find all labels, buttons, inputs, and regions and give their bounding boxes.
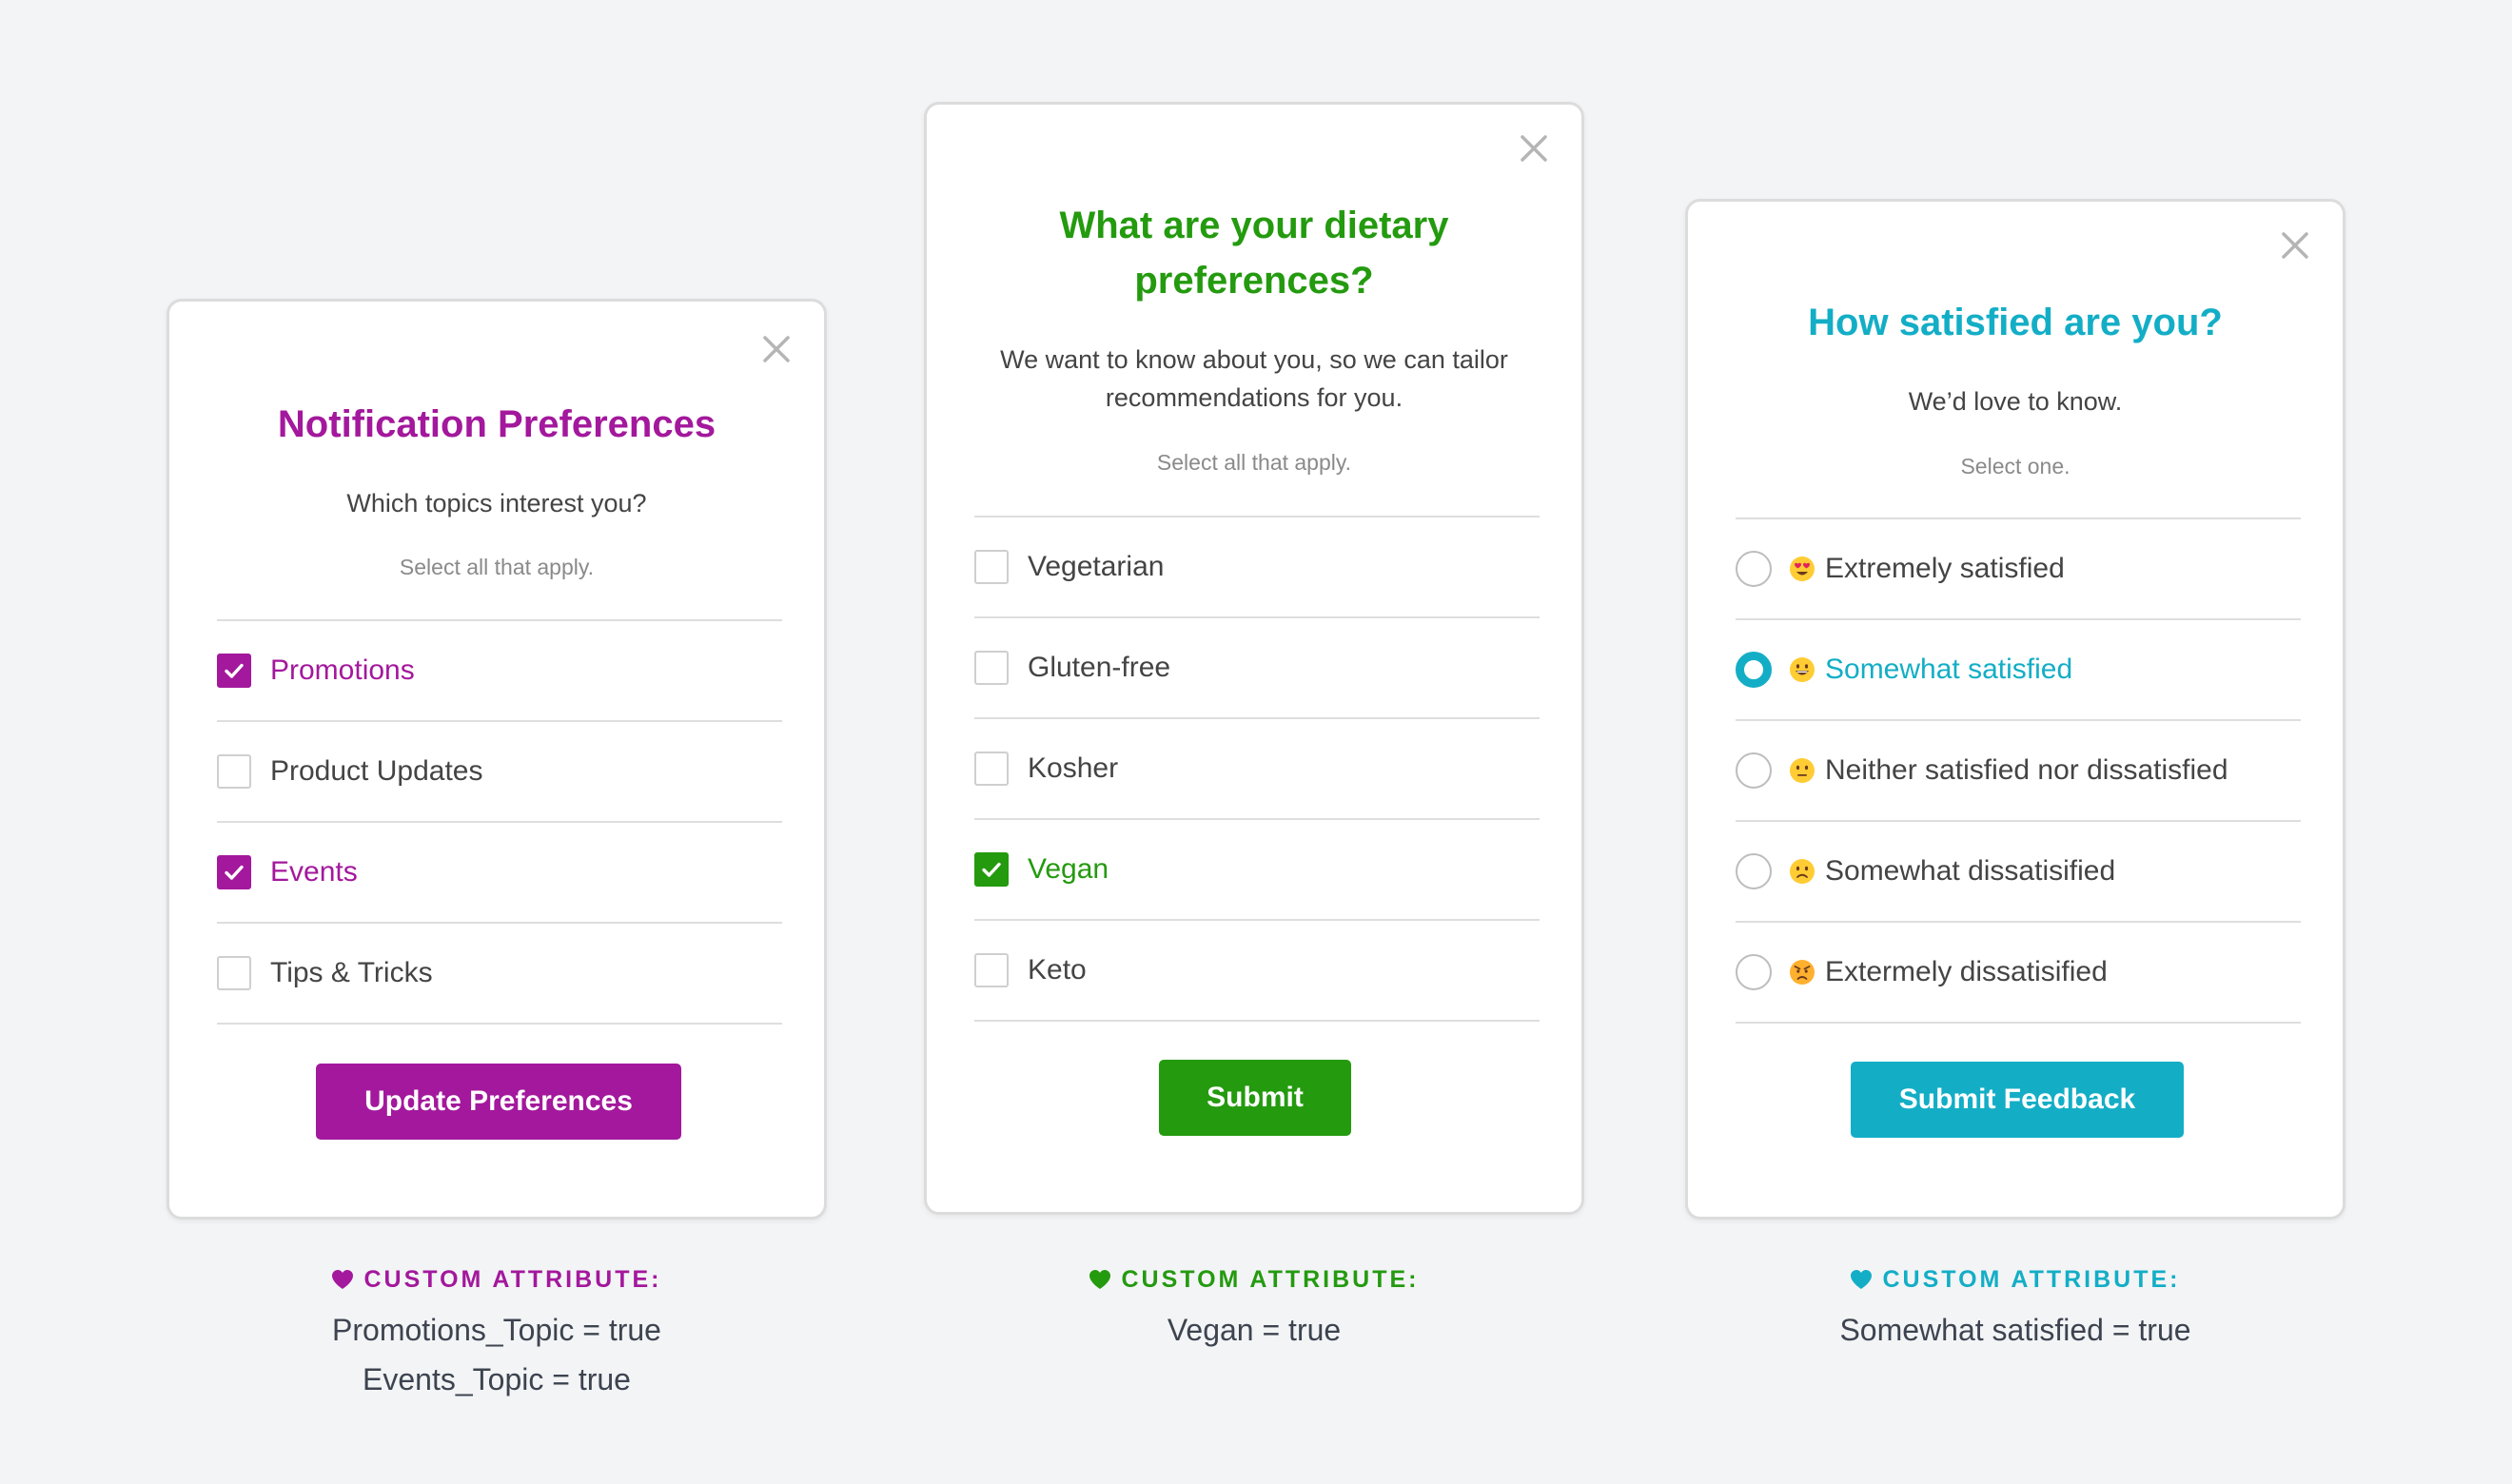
custom-attribute-heading: CUSTOM ATTRIBUTE:: [363, 1265, 662, 1293]
radio-unselected[interactable]: [1736, 551, 1772, 587]
heart-icon: [332, 1270, 354, 1289]
option-label: Product Updates: [270, 755, 483, 787]
option-label: Extremely satisfied: [1825, 553, 2065, 584]
close-icon[interactable]: [1515, 129, 1553, 167]
option-label: Promotions: [270, 654, 415, 686]
checkbox-unchecked[interactable]: [217, 956, 251, 990]
heart-eyes-emoji-icon: [1790, 556, 1815, 581]
checkbox-unchecked[interactable]: [974, 953, 1009, 987]
radio-option-extremely-satisfied[interactable]: Extremely satisfied: [1736, 519, 2301, 620]
checkbox-option-tips-tricks[interactable]: Tips & Tricks: [217, 924, 782, 1025]
checkbox-option-kosher[interactable]: Kosher: [974, 719, 1540, 820]
dietary-checkbox-list: Vegetarian Gluten-free Kosher Vegan Keto: [974, 516, 1540, 1022]
card-subtitle-line-1: We want to know about you, so we can tai…: [1000, 345, 1508, 374]
checkbox-option-promotions[interactable]: Promotions: [217, 621, 782, 722]
radio-unselected[interactable]: [1736, 752, 1772, 789]
attribute-line: Vegan = true: [1167, 1313, 1342, 1347]
radio-option-somewhat-dissatisfied[interactable]: Somewhat dissatisified: [1736, 822, 2301, 923]
select-hint: Select all that apply.: [399, 555, 595, 579]
attribute-line: Somewhat satisfied = true: [1839, 1313, 2191, 1347]
checkmark-icon: [225, 663, 244, 678]
card-title: What are your dietary preferences?: [965, 198, 1543, 308]
card-subtitle: Which topics interest you?: [346, 489, 647, 517]
checkmark-icon: [982, 862, 1001, 877]
radio-unselected[interactable]: [1736, 954, 1772, 990]
checkbox-option-vegetarian[interactable]: Vegetarian: [974, 517, 1540, 618]
select-hint: Select all that apply.: [1156, 450, 1352, 475]
attribute-line: Events_Topic = true: [363, 1362, 631, 1396]
checkbox-checked[interactable]: [217, 855, 251, 889]
heart-icon: [1851, 1270, 1873, 1289]
neutral-face-emoji-icon: [1790, 758, 1815, 783]
checkbox-checked[interactable]: [217, 654, 251, 688]
radio-option-extremely-dissatisfied[interactable]: Extermely dissatisified: [1736, 923, 2301, 1024]
checkbox-unchecked[interactable]: [974, 651, 1009, 685]
card-subtitle-line-2: recommendations for you.: [1105, 383, 1403, 412]
option-label: Gluten-free: [1028, 652, 1171, 683]
option-label: Kosher: [1028, 752, 1119, 784]
notification-preferences-card: Notification Preferences Which topics in…: [167, 299, 827, 1220]
card-subtitle: We want to know about you, so we can tai…: [965, 341, 1543, 417]
submit-feedback-button[interactable]: Submit Feedback: [1851, 1062, 2184, 1138]
checkbox-option-keto[interactable]: Keto: [974, 921, 1540, 1022]
radio-selected[interactable]: [1736, 652, 1772, 688]
dietary-preferences-card: What are your dietary preferences? We wa…: [924, 102, 1584, 1215]
card-title: How satisfied are you?: [1808, 302, 2223, 343]
custom-attribute-caption-3: CUSTOM ATTRIBUTE: Somewhat satisfied = t…: [1685, 1263, 2345, 1355]
slightly-frowning-emoji-icon: [1790, 859, 1815, 884]
checkbox-option-vegan[interactable]: Vegan: [974, 820, 1540, 921]
checkbox-unchecked[interactable]: [974, 550, 1009, 584]
option-label: Vegan: [1028, 853, 1109, 885]
checkbox-option-gluten-free[interactable]: Gluten-free: [974, 618, 1540, 719]
option-label: Tips & Tricks: [270, 957, 433, 988]
submit-button[interactable]: Submit: [1159, 1060, 1351, 1136]
card-title-line-2: preferences?: [1134, 260, 1374, 302]
option-label: Keto: [1028, 954, 1087, 986]
checkbox-option-product-updates[interactable]: Product Updates: [217, 722, 782, 823]
attribute-line: Promotions_Topic = true: [332, 1313, 661, 1347]
checkmark-icon: [225, 865, 244, 880]
option-label: Events: [270, 856, 358, 888]
grinning-emoji-icon: [1790, 657, 1815, 682]
option-label: Extermely dissatisified: [1825, 956, 2108, 987]
heart-icon: [1089, 1270, 1111, 1289]
radio-option-somewhat-satisfied[interactable]: Somewhat satisfied: [1736, 620, 2301, 721]
card-subtitle: We’d love to know.: [1908, 387, 2123, 416]
satisfaction-radio-list: Extremely satisfied Somewhat satisfied N…: [1736, 517, 2301, 1024]
option-label: Somewhat satisfied: [1825, 654, 2073, 685]
option-label: Vegetarian: [1028, 551, 1165, 582]
update-preferences-button[interactable]: Update Preferences: [316, 1064, 681, 1140]
select-hint: Select one.: [1960, 454, 2070, 478]
checkbox-checked[interactable]: [974, 852, 1009, 887]
checkbox-option-events[interactable]: Events: [217, 823, 782, 924]
custom-attribute-heading: CUSTOM ATTRIBUTE:: [1882, 1265, 2181, 1293]
angry-face-emoji-icon: [1790, 960, 1815, 985]
satisfaction-survey-card: How satisfied are you? We’d love to know…: [1685, 199, 2345, 1220]
radio-option-neither[interactable]: Neither satisfied nor dissatisfied: [1736, 721, 2301, 822]
custom-attribute-heading: CUSTOM ATTRIBUTE:: [1121, 1265, 1420, 1293]
checkbox-unchecked[interactable]: [974, 752, 1009, 786]
close-icon[interactable]: [2276, 226, 2314, 264]
topic-checkbox-list: Promotions Product Updates Events Tips &…: [217, 619, 782, 1025]
radio-unselected[interactable]: [1736, 853, 1772, 889]
checkbox-unchecked[interactable]: [217, 754, 251, 789]
option-label: Neither satisfied nor dissatisfied: [1825, 754, 2228, 786]
custom-attribute-caption-1: CUSTOM ATTRIBUTE: Promotions_Topic = tru…: [167, 1263, 827, 1404]
card-title: Notification Preferences: [277, 403, 716, 445]
close-icon[interactable]: [757, 330, 795, 368]
custom-attribute-caption-2: CUSTOM ATTRIBUTE: Vegan = true: [924, 1263, 1584, 1355]
option-label: Somewhat dissatisified: [1825, 855, 2116, 887]
card-title-line-1: What are your dietary: [1059, 205, 1449, 246]
